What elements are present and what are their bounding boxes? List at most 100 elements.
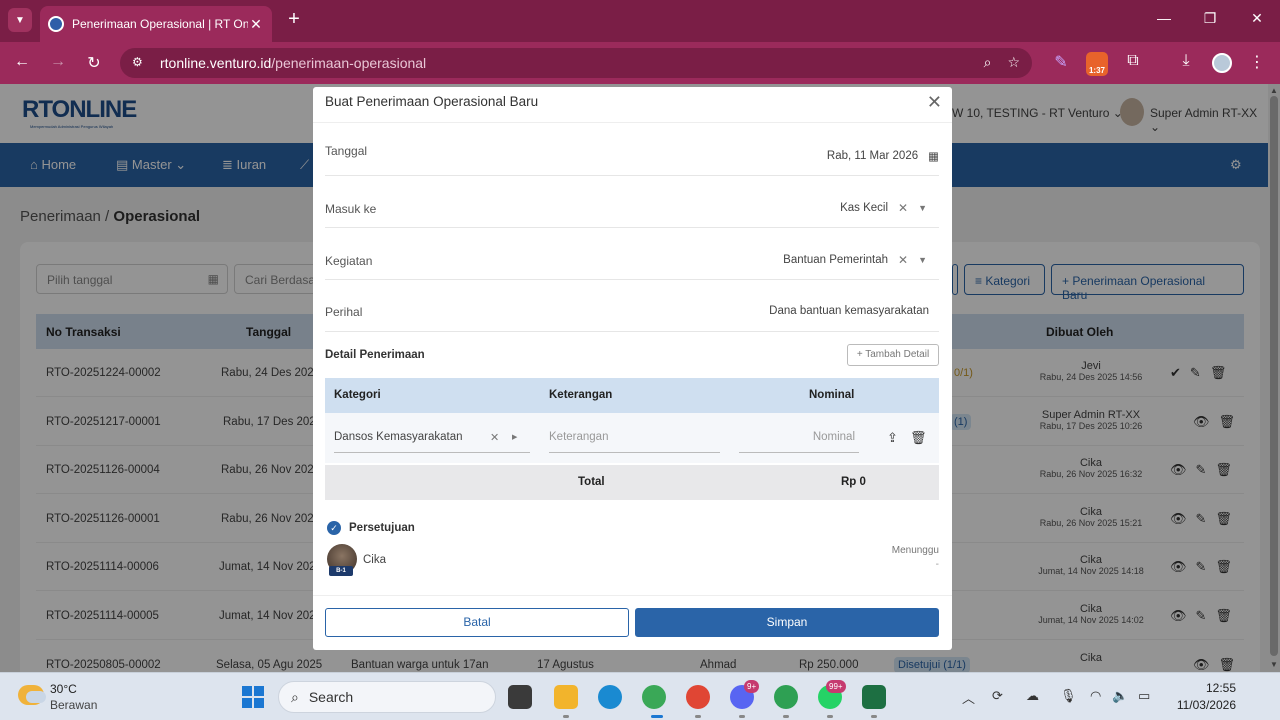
reload-icon[interactable]: ↻ [83,53,105,73]
browser-tab-bar: ▼ Penerimaan Operasional | RT Online ✕ +… [0,0,1280,42]
field-masuk-ke[interactable]: Masuk ke Kas Kecil ✕ ▼ [325,176,939,228]
address-bar[interactable]: ⚙ rtonline.venturo.id/penerimaan-operasi… [120,48,1032,78]
site-info-icon[interactable]: ⚙ [132,55,148,71]
download-icon[interactable]: ⤓ [1174,52,1198,74]
chevron-down-icon[interactable]: ▼ [918,255,927,265]
discord-badge: 9+ [744,680,760,693]
tray-chevron-up-icon[interactable]: ︿ [962,688,975,707]
chrome-icon[interactable] [642,685,666,709]
clock-date[interactable]: 11/03/2026 [1166,698,1236,712]
delete-icon[interactable]: 🗑 [910,430,927,446]
save-button[interactable]: Simpan [635,608,939,637]
approval-section: ✓ Persetujuan [327,521,415,535]
restore-icon[interactable]: ❐ [1198,10,1222,27]
approver-tag: B-1 [329,566,353,576]
chrome-profile-icon[interactable] [686,685,710,709]
minimize-icon[interactable]: — [1152,10,1176,26]
tab-search-icon[interactable]: ▼ [8,8,32,32]
edge-icon[interactable] [598,685,622,709]
date-value: Rab, 11 Mar 2026 [826,150,919,162]
file-explorer-icon[interactable] [554,685,578,709]
nominal-input[interactable]: Nominal [739,427,859,453]
excel-icon[interactable] [862,685,886,709]
approval-note: - [935,559,939,570]
running-indicator [695,715,701,718]
select-value: Bantuan Pemerintah [783,254,889,266]
taskbar-search[interactable]: ⌕ Search [278,681,496,713]
modal-header: Buat Penerimaan Operasional Baru ✕ [313,87,952,123]
extensions-puzzle-icon[interactable]: ⧉ [1121,52,1145,74]
calendar-icon[interactable]: ▦ [928,149,939,163]
detail-total-row: Total Rp 0 [325,465,939,500]
chrome-alt-icon[interactable] [774,685,798,709]
kategori-select[interactable]: Dansos Kemasyarakatan ✕ ▶ [334,427,530,453]
browser-tab[interactable]: Penerimaan Operasional | RT Online ✕ [40,6,272,42]
profile-avatar[interactable] [1212,53,1232,73]
zoom-icon[interactable]: ⌕ [984,54,992,71]
upload-icon[interactable]: ⇪ [887,430,898,446]
field-label: Kegiatan [325,254,373,268]
chevron-down-icon[interactable]: ▼ [918,203,927,213]
field-kegiatan[interactable]: Kegiatan Bantuan Pemerintah ✕ ▼ [325,228,939,280]
field-label: Masuk ke [325,202,377,216]
total-value: Rp 0 [841,476,866,488]
weather-desc[interactable]: Berawan [50,698,97,712]
clear-icon[interactable]: ✕ [490,431,499,444]
running-indicator [563,715,569,718]
field-label: Perihal [325,305,363,319]
running-indicator [871,715,877,718]
check-circle-icon: ✓ [327,521,341,535]
clear-icon[interactable]: ✕ [898,253,908,267]
approval-status: Menunggu [891,545,939,556]
clock-time[interactable]: 12:55 [1176,681,1236,695]
tray-sync-icon[interactable]: ⟳ [992,688,1003,704]
perihal-input[interactable]: Dana bantuan kemasyarakatan [769,305,929,317]
field-perihal[interactable]: Perihal Dana bantuan kemasyarakatan [325,280,939,332]
tab-favicon-icon [48,16,64,32]
tray-battery-icon[interactable]: ▭ [1138,688,1150,704]
modal-close-icon[interactable]: ✕ [927,92,942,113]
close-window-icon[interactable]: ✕ [1245,10,1269,27]
total-label: Total [578,476,605,488]
tray-cloud-icon[interactable]: ☁ [1026,688,1039,704]
clear-icon[interactable]: ✕ [898,201,908,215]
running-indicator [739,715,745,718]
extension-feather-icon[interactable]: ✎ [1049,52,1073,74]
new-tab-icon[interactable]: + [282,8,306,32]
approval-title: Persetujuan [349,522,415,534]
tab-close-icon[interactable]: ✕ [248,16,264,33]
modal-title: Buat Penerimaan Operasional Baru [325,94,539,109]
whatsapp-badge: 99+ [826,680,846,693]
forward-icon[interactable]: → [47,53,69,71]
approver-name: Cika [363,554,387,566]
weather-cloud-icon[interactable] [18,685,46,705]
tab-title: Penerimaan Operasional | RT Online [72,17,248,31]
extension-timer-badge[interactable]: 1:37 [1086,52,1108,76]
field-tanggal[interactable]: Tanggal Rab, 11 Mar 2026 ▦ [325,124,939,176]
modal-footer-divider [313,595,952,596]
url-host: rtonline.venturo.id [160,55,272,71]
windows-start-icon[interactable] [242,686,264,708]
tray-volume-icon[interactable]: 🔈 [1112,688,1128,704]
tray-mic-icon[interactable]: 🎙 [1060,688,1077,704]
chevron-right-icon[interactable]: ▶ [512,433,517,441]
detail-table-header: Kategori Keterangan Nominal [325,378,939,413]
keterangan-input[interactable]: Keterangan [549,427,720,453]
cancel-button[interactable]: Batal [325,608,629,637]
field-label: Tanggal [325,144,368,158]
weather-temp[interactable]: 30°C [50,682,77,696]
search-icon: ⌕ [291,688,299,705]
select-value: Kas Kecil [840,202,889,214]
bookmark-star-icon[interactable]: ☆ [1007,54,1020,71]
detail-row: Dansos Kemasyarakatan ✕ ▶ Keterangan Nom… [325,413,939,463]
browser-menu-icon[interactable]: ⋮ [1245,52,1269,74]
windows-taskbar: 30°C Berawan ⌕ Search 9+ 99+ ︿ ⟳ ☁ 🎙 ◠ 🔈 … [0,672,1280,720]
running-indicator [827,715,833,718]
create-receipt-modal: Buat Penerimaan Operasional Baru ✕ Tangg… [313,87,952,650]
task-view-icon[interactable] [508,685,532,709]
url-path: /penerimaan-operasional [271,55,427,71]
add-detail-button[interactable]: + Tambah Detail [847,344,939,366]
active-indicator [651,715,663,718]
back-icon[interactable]: ← [11,53,33,71]
tray-wifi-icon[interactable]: ◠ [1090,688,1101,704]
